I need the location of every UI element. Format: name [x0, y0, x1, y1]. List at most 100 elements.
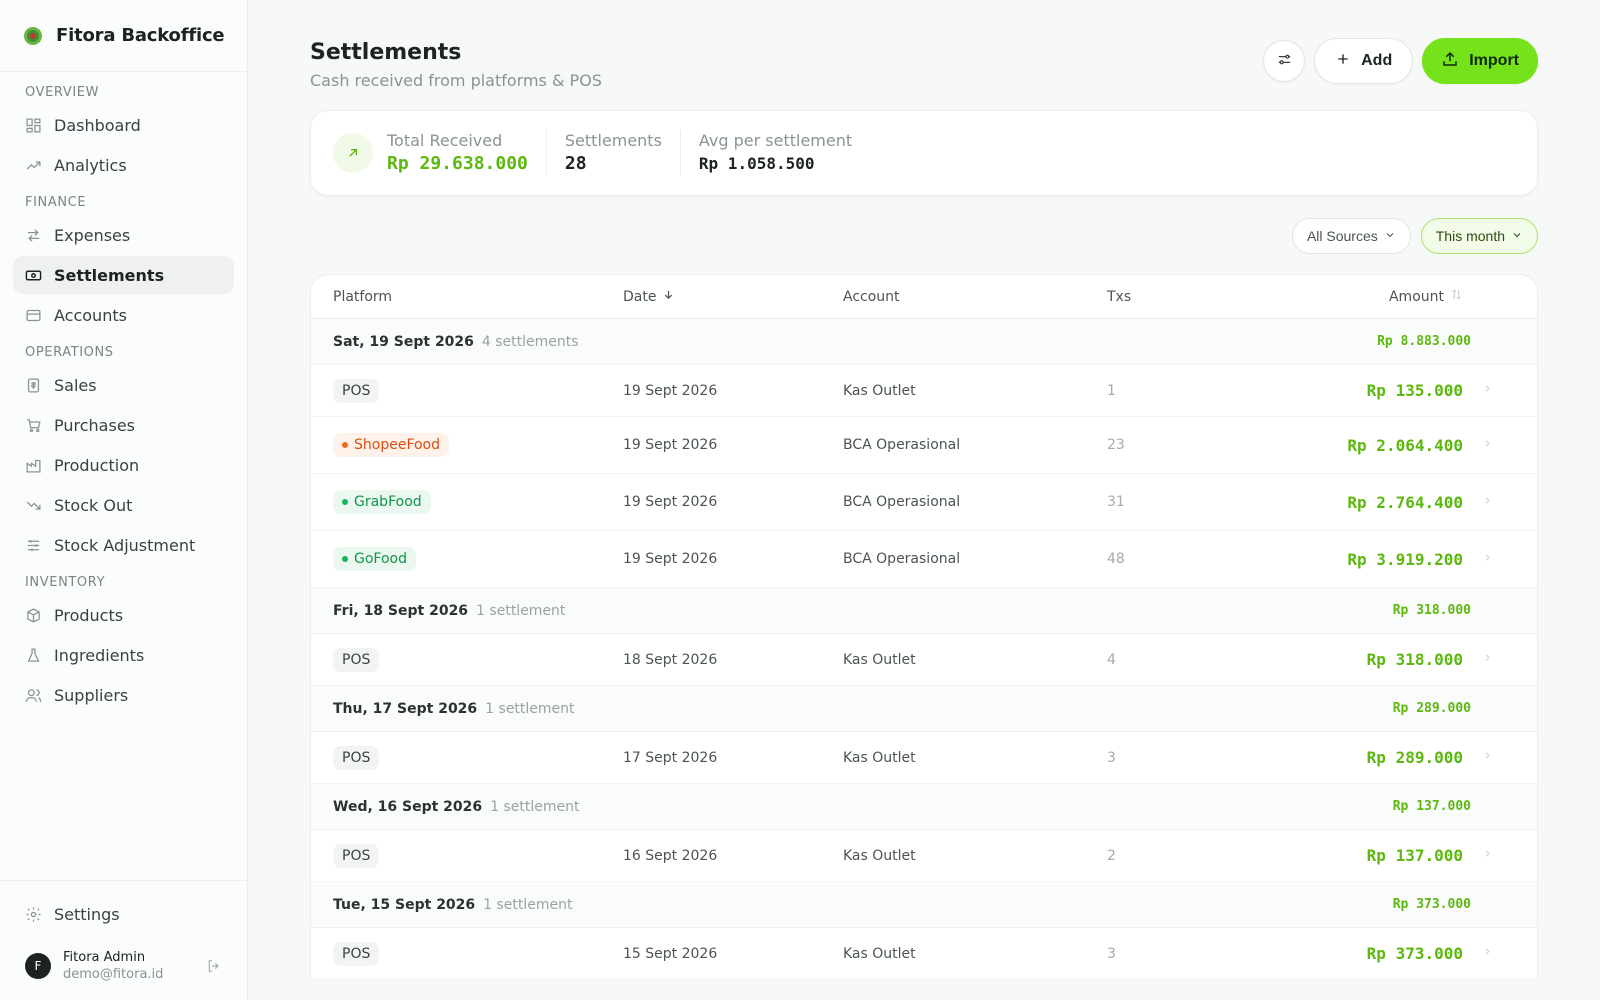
- cell-platform: POS: [333, 647, 623, 672]
- sidebar-item-production[interactable]: Production: [13, 446, 234, 484]
- page-subtitle: Cash received from platforms & POS: [310, 71, 602, 90]
- sidebar-item-dashboard[interactable]: Dashboard: [13, 106, 234, 144]
- cell-amount: Rp 373.000: [1366, 944, 1463, 963]
- brand[interactable]: Fitora Backoffice: [0, 0, 247, 72]
- platform-label: POS: [342, 749, 371, 766]
- cell-account: BCA Operasional: [843, 551, 961, 567]
- sidebar-item-suppliers[interactable]: Suppliers: [13, 676, 234, 714]
- sidebar-item-settings[interactable]: Settings: [13, 895, 234, 933]
- chevron-right-icon[interactable]: [1463, 383, 1511, 398]
- status-dot-icon: [342, 442, 348, 448]
- package-icon: [25, 607, 42, 624]
- chevron-right-icon[interactable]: [1463, 750, 1511, 765]
- stat-label: Avg per settlement: [698, 131, 853, 150]
- arrow-up-right-icon: [333, 133, 373, 173]
- sidebar-item-label: Purchases: [54, 415, 135, 435]
- sidebar-item-ingredients[interactable]: Ingredients: [13, 636, 234, 674]
- table-row[interactable]: POS 19 Sept 2026 Kas Outlet 1 Rp 135.000: [311, 365, 1537, 417]
- wallet-icon: [25, 307, 42, 324]
- platform-badge: POS: [333, 378, 380, 403]
- platform-label: ShopeeFood: [354, 437, 441, 453]
- platform-badge: POS: [333, 843, 380, 868]
- table-row[interactable]: POS 15 Sept 2026 Kas Outlet 3 Rp 373.000: [311, 928, 1537, 978]
- group-count: 1 settlement: [483, 896, 573, 913]
- sidebar-item-label: Products: [54, 605, 124, 625]
- sidebar-item-analytics[interactable]: Analytics: [13, 146, 234, 184]
- cell-amount: Rp 135.000: [1366, 381, 1463, 400]
- stat-average: Avg per settlement Rp 1.058.500: [679, 130, 870, 176]
- platform-label: GoFood: [354, 551, 407, 567]
- sidebar-item-label: Analytics: [54, 155, 127, 175]
- chevron-right-icon[interactable]: [1463, 552, 1511, 567]
- filter-bar: All Sources This month: [310, 218, 1538, 254]
- platform-badge: ShopeeFood: [333, 433, 450, 457]
- nav-section-title: Overview: [25, 85, 100, 100]
- user-profile[interactable]: F Fitora Admin demo@fitora.id: [13, 935, 234, 983]
- dashboard-icon: [25, 117, 42, 134]
- stat-settlement-count: Settlements 28: [545, 130, 680, 176]
- sidebar-item-settlements[interactable]: Settlements: [13, 256, 234, 294]
- cell-date: 15 Sept 2026: [623, 945, 718, 962]
- stat-value: Rp 29.638.000: [387, 153, 528, 174]
- source-filter-label: All Sources: [1306, 228, 1378, 244]
- factory-icon: [25, 457, 42, 474]
- cell-platform: ShopeeFood: [333, 433, 623, 457]
- column-header-account[interactable]: Account: [843, 289, 1107, 305]
- table-row[interactable]: POS 16 Sept 2026 Kas Outlet 2 Rp 137.000: [311, 830, 1537, 882]
- table-header: Platform Date Account Txs Amount: [311, 275, 1537, 319]
- chevron-right-icon[interactable]: [1463, 495, 1511, 510]
- import-button[interactable]: Import: [1422, 38, 1538, 84]
- column-header-amount[interactable]: Amount: [1267, 288, 1463, 305]
- cell-platform: GoFood: [333, 547, 623, 571]
- cell-date: 19 Sept 2026: [623, 494, 718, 510]
- cell-amount: Rp 3.919.200: [1347, 549, 1463, 569]
- cell-amount: Rp 2.764.400: [1347, 492, 1463, 512]
- stat-value: 28: [564, 153, 587, 174]
- summary-card: Total Received Rp 29.638.000 Settlements…: [310, 110, 1538, 196]
- sidebar: Fitora Backoffice Overview Dashboard Analy…: [0, 0, 248, 1000]
- table-row[interactable]: POS 18 Sept 2026 Kas Outlet 4 Rp 318.000: [311, 634, 1537, 686]
- sidebar-item-products[interactable]: Products: [13, 596, 234, 634]
- group-row: Fri, 18 Sept 2026 1 settlement Rp 318.000: [311, 588, 1537, 634]
- cell-txs: 3: [1107, 749, 1116, 766]
- group-row: Sat, 19 Sept 2026 4 settlements Rp 8.883.0…: [311, 319, 1537, 365]
- group-row: Tue, 15 Sept 2026 1 settlement Rp 373.000: [311, 882, 1537, 928]
- table-row[interactable]: GrabFood 19 Sept 2026 BCA Operasional 31 Rp …: [311, 474, 1537, 531]
- table-row[interactable]: POS 17 Sept 2026 Kas Outlet 3 Rp 289.000: [311, 732, 1537, 784]
- chevron-right-icon[interactable]: [1463, 848, 1511, 863]
- chevron-right-icon[interactable]: [1463, 438, 1511, 453]
- group-date: Tue, 15 Sept 2026: [333, 896, 476, 913]
- cell-account: Kas Outlet: [843, 945, 916, 962]
- platform-label: GrabFood: [354, 494, 422, 510]
- sidebar-item-stock-out[interactable]: Stock Out: [13, 486, 234, 524]
- sidebar-item-accounts[interactable]: Accounts: [13, 296, 234, 334]
- filter-settings-button[interactable]: [1263, 40, 1306, 82]
- cell-date: 17 Sept 2026: [623, 749, 718, 766]
- source-filter-dropdown[interactable]: All Sources: [1291, 218, 1411, 254]
- group-count: 1 settlement: [490, 798, 580, 815]
- table-row[interactable]: GoFood 19 Sept 2026 BCA Operasional 48 Rp 3.…: [311, 531, 1537, 588]
- cell-platform: POS: [333, 941, 623, 966]
- users-icon: [25, 687, 42, 704]
- sidebar-item-stock-adjustment[interactable]: Stock Adjustment: [13, 526, 234, 564]
- chevron-down-icon: [1384, 228, 1396, 244]
- column-header-date[interactable]: Date: [623, 288, 843, 305]
- page-title: Settlements: [310, 40, 462, 65]
- group-date: Thu, 17 Sept 2026: [333, 700, 478, 717]
- chevron-right-icon[interactable]: [1463, 652, 1511, 667]
- sidebar-item-sales[interactable]: Sales: [13, 366, 234, 404]
- sidebar-item-expenses[interactable]: Expenses: [13, 216, 234, 254]
- period-filter-dropdown[interactable]: This month: [1420, 218, 1538, 254]
- cell-platform: GrabFood: [333, 490, 623, 514]
- title-block: Settlements Cash received from platforms…: [310, 38, 602, 90]
- table-row[interactable]: ShopeeFood 19 Sept 2026 BCA Operasional 23 R…: [311, 417, 1537, 474]
- logout-icon[interactable]: [206, 958, 222, 974]
- gear-icon: [25, 906, 42, 923]
- sort-icon: [1450, 288, 1463, 305]
- chevron-right-icon[interactable]: [1463, 946, 1511, 961]
- transfer-icon: [25, 227, 42, 244]
- column-header-txs[interactable]: Txs: [1107, 289, 1267, 305]
- sidebar-item-purchases[interactable]: Purchases: [13, 406, 234, 444]
- add-button[interactable]: Add: [1314, 38, 1414, 84]
- column-header-platform[interactable]: Platform: [333, 289, 623, 305]
